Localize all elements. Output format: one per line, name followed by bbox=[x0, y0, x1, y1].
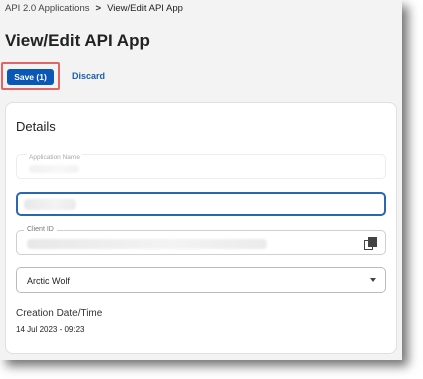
creation-datetime-value: 14 Jul 2023 - 09:23 bbox=[16, 325, 85, 334]
client-id-field[interactable]: Client ID bbox=[16, 226, 386, 255]
client-id-label: Client ID bbox=[24, 226, 57, 233]
details-card: Details Application Name Client ID Arcti… bbox=[5, 102, 397, 354]
page-title: View/Edit API App bbox=[5, 31, 150, 50]
creation-datetime-label: Creation Date/Time bbox=[16, 308, 103, 319]
chevron-down-icon[interactable] bbox=[370, 278, 376, 282]
client-id-redacted bbox=[27, 239, 267, 249]
breadcrumb-current: View/Edit API App bbox=[107, 3, 183, 14]
application-name-field[interactable]: Application Name bbox=[16, 154, 386, 179]
app-window: API 2.0 Applications > View/Edit API App V… bbox=[0, 0, 402, 360]
organization-selected-value: Arctic Wolf bbox=[27, 276, 70, 286]
application-name-label: Application Name bbox=[27, 154, 82, 161]
name-input[interactable] bbox=[16, 192, 386, 216]
breadcrumb-separator: > bbox=[95, 3, 102, 14]
discard-link[interactable]: Discard bbox=[72, 71, 105, 81]
details-heading: Details bbox=[16, 119, 56, 134]
name-value-redacted bbox=[24, 199, 76, 210]
organization-select[interactable]: Arctic Wolf bbox=[16, 267, 386, 293]
save-button[interactable]: Save (1) bbox=[7, 69, 54, 85]
copy-icon[interactable] bbox=[364, 237, 377, 250]
application-name-redacted bbox=[29, 165, 79, 173]
breadcrumb: API 2.0 Applications > View/Edit API App bbox=[5, 3, 183, 14]
breadcrumb-link-api-applications[interactable]: API 2.0 Applications bbox=[5, 3, 90, 14]
save-highlight: Save (1) bbox=[1, 62, 60, 90]
